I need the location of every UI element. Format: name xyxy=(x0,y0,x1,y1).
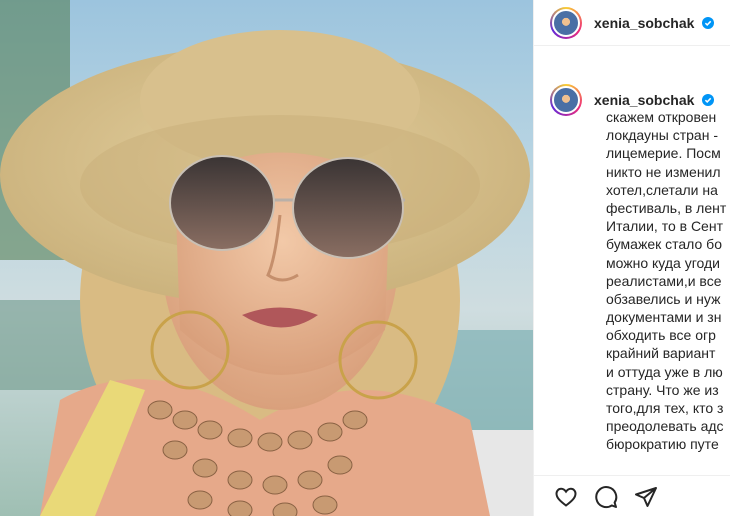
avatar-image xyxy=(552,8,580,37)
caption-username[interactable]: xenia_sobchak xyxy=(594,92,715,108)
avatar[interactable] xyxy=(550,6,582,39)
caption-avatar[interactable] xyxy=(550,84,582,116)
caption-line: бюрократию путе xyxy=(606,436,719,453)
caption-line: того,для тех, кто з xyxy=(606,400,724,416)
caption-line: никто не изменил xyxy=(606,163,721,180)
caption-line: документами и зн xyxy=(606,309,722,326)
post-side-panel: xenia_sobchak xenia_sobchak скажем откро… xyxy=(533,0,730,516)
header-username[interactable]: xenia_sobchak xyxy=(594,15,715,31)
caption-avatar-image xyxy=(552,86,580,114)
caption-line: лицемерие. Посм xyxy=(606,145,721,162)
caption-line: бумажек стало бо xyxy=(606,236,722,253)
caption-line: обзавелись и нуж xyxy=(606,290,721,307)
caption-username-text[interactable]: xenia_sobchak xyxy=(594,92,694,108)
caption-line: фестиваль, в лент xyxy=(606,199,727,216)
caption-line: и оттуда уже в лю xyxy=(606,363,723,380)
caption-line: можно куда угоди xyxy=(606,254,720,271)
action-bar xyxy=(534,475,730,516)
verified-badge-icon xyxy=(702,16,715,29)
verified-badge-icon xyxy=(702,94,715,106)
caption-line: хотел,слетали на xyxy=(606,181,718,198)
post-header: xenia_sobchak xyxy=(534,0,730,46)
caption-text: скажем откровен локдауны стран - лицемерие… xyxy=(606,108,730,454)
share-icon[interactable] xyxy=(634,485,658,509)
caption-line: обходить все огр xyxy=(606,327,716,344)
caption-line: скажем откровен xyxy=(606,109,717,125)
caption-line: реалистами,и все xyxy=(606,272,722,289)
post-photo[interactable] xyxy=(0,0,533,516)
comment-icon[interactable] xyxy=(594,485,618,509)
caption-line: страну. Что же из xyxy=(606,381,719,398)
caption-line: Италии, то в Сент xyxy=(606,218,723,235)
post-photo-art xyxy=(0,0,533,516)
heart-icon[interactable] xyxy=(554,485,578,509)
caption-line: крайний вариант xyxy=(606,345,716,362)
header-username-text[interactable]: xenia_sobchak xyxy=(594,15,694,31)
caption-line: локдауны стран - xyxy=(606,127,718,144)
caption-line: преодолевать адс xyxy=(606,418,724,435)
